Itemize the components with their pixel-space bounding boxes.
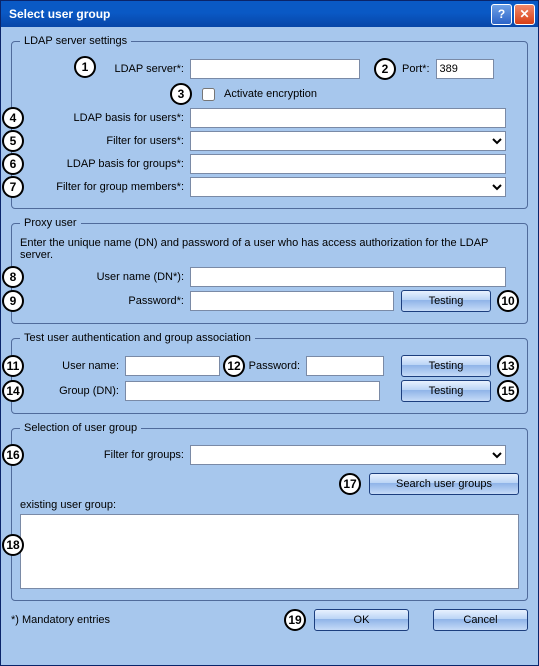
filter-members-select[interactable] <box>190 177 506 197</box>
filter-members-label: Filter for group members*: <box>20 181 190 193</box>
help-icon[interactable]: ? <box>491 4 512 25</box>
cancel-button[interactable]: Cancel <box>433 609 528 631</box>
existing-groups-listbox[interactable] <box>20 514 519 589</box>
window-title: Select user group <box>9 7 489 21</box>
encrypt-checkbox-wrap[interactable]: Activate encryption <box>198 85 317 104</box>
test-group-input[interactable] <box>125 381 380 401</box>
test-username-label: User name: <box>20 360 125 372</box>
close-icon[interactable]: ✕ <box>514 4 535 25</box>
ok-button[interactable]: OK <box>314 609 409 631</box>
test-legend: Test user authentication and group assoc… <box>20 332 255 344</box>
existing-group-label: existing user group: <box>20 499 116 511</box>
callout-3: 3 <box>170 83 192 105</box>
callout-2: 2 <box>374 58 396 80</box>
proxy-testing-button[interactable]: Testing <box>401 290 491 312</box>
proxy-user-group: Proxy user Enter the unique name (DN) an… <box>11 217 528 324</box>
test-group-label: Group (DN): <box>20 385 125 397</box>
encrypt-label: Activate encryption <box>224 88 317 100</box>
test-password-input[interactable] <box>306 356 384 376</box>
basis-groups-input[interactable] <box>190 154 506 174</box>
callout-13: 13 <box>497 355 519 377</box>
callout-19: 19 <box>284 609 306 631</box>
ldap-legend: LDAP server settings <box>20 35 131 47</box>
test-password-label: Password: <box>248 360 306 372</box>
proxy-password-input[interactable] <box>190 291 394 311</box>
mandatory-note: *) Mandatory entries <box>11 614 110 626</box>
proxy-legend: Proxy user <box>20 217 81 229</box>
callout-12: 12 <box>223 355 245 377</box>
callout-17: 17 <box>339 473 361 495</box>
proxy-intro: Enter the unique name (DN) and password … <box>20 237 519 261</box>
search-groups-button[interactable]: Search user groups <box>369 473 519 495</box>
port-input[interactable] <box>436 59 494 79</box>
callout-15: 15 <box>497 380 519 402</box>
test-user-testing-button[interactable]: Testing <box>401 355 491 377</box>
filter-users-label: Filter for users*: <box>20 135 190 147</box>
test-group-testing-button[interactable]: Testing <box>401 380 491 402</box>
basis-users-input[interactable] <box>190 108 506 128</box>
callout-10: 10 <box>497 290 519 312</box>
encrypt-checkbox[interactable] <box>202 88 215 101</box>
dialog-body: LDAP server settings 1 LDAP server*: 2 P… <box>1 27 538 665</box>
test-username-input[interactable] <box>125 356 220 376</box>
basis-groups-label: LDAP basis for groups*: <box>20 158 190 170</box>
proxy-username-label: User name (DN*): <box>20 271 190 283</box>
selection-legend: Selection of user group <box>20 422 141 434</box>
basis-users-label: LDAP basis for users*: <box>20 112 190 124</box>
port-label: Port*: <box>402 63 430 75</box>
ldap-server-label: LDAP server*: <box>20 63 190 75</box>
proxy-password-label: Password*: <box>20 295 190 307</box>
filter-groups-select[interactable] <box>190 445 506 465</box>
footer: *) Mandatory entries 19 OK Cancel <box>11 609 528 631</box>
test-auth-group: Test user authentication and group assoc… <box>11 332 528 414</box>
filter-groups-label: Filter for groups: <box>20 449 190 461</box>
proxy-username-input[interactable] <box>190 267 506 287</box>
filter-users-select[interactable] <box>190 131 506 151</box>
titlebar: Select user group ? ✕ <box>1 1 538 27</box>
selection-group: Selection of user group 16 Filter for gr… <box>11 422 528 601</box>
ldap-server-input[interactable] <box>190 59 360 79</box>
dialog-window: Select user group ? ✕ LDAP server settin… <box>0 0 539 666</box>
ldap-settings-group: LDAP server settings 1 LDAP server*: 2 P… <box>11 35 528 209</box>
